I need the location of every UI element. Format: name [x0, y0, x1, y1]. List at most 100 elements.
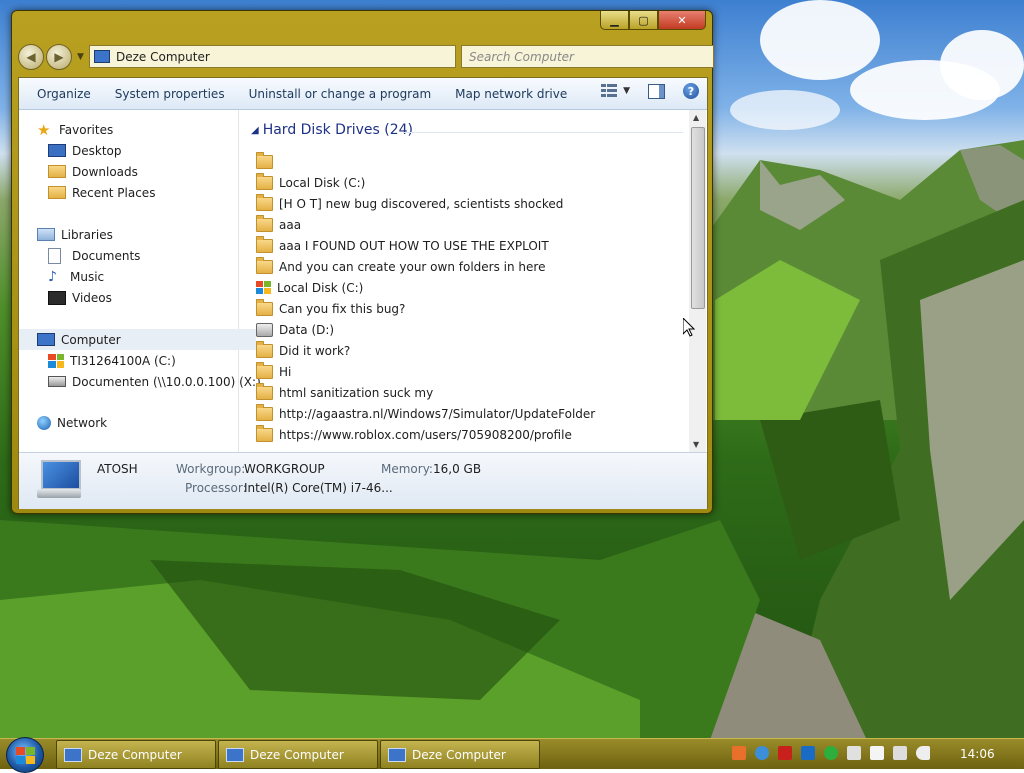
tray-clipboard-icon[interactable]	[870, 746, 884, 760]
computer-large-icon	[37, 460, 81, 500]
computer-icon	[94, 50, 110, 63]
group-header-hard-disk-drives[interactable]: ◢ Hard Disk Drives (24)	[251, 122, 413, 138]
scroll-down-arrow-icon[interactable]: ▼	[693, 440, 699, 449]
close-button[interactable]: ✕	[658, 11, 706, 30]
file-name: http://agaastra.nl/Windows7/Simulator/Up…	[279, 406, 596, 421]
recent-pages-dropdown[interactable]: ▼	[77, 52, 84, 62]
file-list-item[interactable]: And you can create your own folders in h…	[256, 256, 545, 277]
file-list-item[interactable]: html sanitization suck my	[256, 382, 433, 403]
nav-videos[interactable]: Videos	[19, 287, 267, 308]
workgroup-label: Workgroup:	[176, 462, 246, 476]
file-name: Data (D:)	[279, 322, 335, 337]
vertical-scrollbar[interactable]: ▲ ▼	[689, 110, 706, 452]
file-list-item[interactable]: Local Disk (C:)	[256, 277, 363, 298]
file-list-item[interactable]: Data (D:)	[256, 319, 334, 340]
map-network-drive-button[interactable]: Map network drive	[443, 87, 579, 101]
nav-network[interactable]: Network	[19, 412, 256, 433]
address-bar[interactable]: Deze Computer	[89, 45, 456, 68]
forward-button[interactable]: ▶	[46, 44, 72, 70]
maximize-button[interactable]: ▢	[629, 11, 658, 30]
change-view-icon[interactable]	[601, 84, 618, 98]
system-properties-button[interactable]: System properties	[103, 87, 237, 101]
file-list-item[interactable]: Local Disk (C:)	[256, 172, 365, 193]
nav-favorites[interactable]: ★ Favorites	[19, 119, 256, 140]
nav-drive-c[interactable]: TI31264100A (C:)	[19, 350, 267, 371]
back-arrow-icon: ◀	[26, 50, 36, 64]
navigation-pane: ★ Favorites Desktop Downloads Recent Pla…	[19, 110, 261, 452]
tray-outlook-icon[interactable]	[801, 746, 815, 760]
tray-network-icon[interactable]	[755, 746, 769, 760]
disk-drive-icon	[256, 322, 273, 337]
tray-app-icon[interactable]	[732, 746, 746, 760]
group-divider	[403, 132, 683, 133]
tray-security-icon[interactable]	[824, 746, 838, 760]
organize-button[interactable]: Organize	[19, 87, 103, 101]
details-pane: ATOSH Workgroup: WORKGROUP Memory: 16,0 …	[19, 452, 707, 509]
nav-network-drive-x[interactable]: Documenten (\\10.0.0.100) (X:)	[19, 371, 267, 392]
processor-label: Processor:	[185, 481, 247, 495]
nav-documents[interactable]: Documents	[19, 245, 267, 266]
folder-icon	[256, 403, 273, 421]
folder-icon	[256, 193, 273, 211]
taskbar-button-window-3[interactable]: Deze Computer	[380, 740, 540, 769]
collapse-chevron-icon: ◢	[251, 124, 259, 136]
taskbar-button-window-2[interactable]: Deze Computer	[218, 740, 378, 769]
taskbar-button-window-1[interactable]: Deze Computer	[56, 740, 216, 769]
videos-icon	[48, 290, 66, 305]
uninstall-program-button[interactable]: Uninstall or change a program	[237, 87, 444, 101]
windows-drive-icon	[48, 353, 64, 368]
file-name: html sanitization suck my	[279, 385, 434, 400]
folder-icon	[256, 382, 273, 400]
file-list-item[interactable]: http://agaastra.nl/Windows7/Simulator/Up…	[256, 403, 595, 424]
address-text: Deze Computer	[116, 49, 210, 64]
workgroup-value: WORKGROUP	[244, 462, 325, 476]
downloads-icon	[48, 165, 66, 178]
help-icon[interactable]: ?	[683, 83, 699, 99]
star-icon: ★	[37, 120, 51, 139]
taskbar-clock[interactable]: 14:06	[960, 747, 995, 761]
folder-icon	[256, 340, 273, 358]
nav-desktop[interactable]: Desktop	[19, 140, 267, 161]
tray-volume-icon[interactable]	[916, 746, 930, 760]
tray-display-icon[interactable]	[893, 746, 907, 760]
computer-icon	[226, 747, 244, 762]
file-list-pane: ◢ Hard Disk Drives (24) Local Disk (C:) […	[239, 110, 689, 452]
nav-music[interactable]: ♪ Music	[19, 266, 267, 287]
file-list-item[interactable]	[256, 151, 279, 172]
folder-icon	[256, 235, 273, 253]
command-bar: Organize System properties Uninstall or …	[19, 78, 707, 110]
preview-pane-icon[interactable]	[648, 83, 665, 99]
tray-flag-icon[interactable]	[847, 746, 861, 760]
folder-icon	[256, 424, 273, 442]
search-input[interactable]: Search Computer	[461, 45, 714, 68]
computer-icon	[64, 747, 82, 762]
tray-pdf-icon[interactable]	[778, 746, 792, 760]
file-list-item[interactable]: Hi	[256, 361, 291, 382]
folder-icon	[256, 256, 273, 274]
scroll-up-arrow-icon[interactable]: ▲	[693, 113, 699, 122]
content-frame: Organize System properties Uninstall or …	[18, 77, 708, 509]
nav-recent-places[interactable]: Recent Places	[19, 182, 267, 203]
folder-icon	[256, 298, 273, 316]
file-name: [H O T] new bug discovered, scientists s…	[279, 196, 564, 211]
view-options-dropdown[interactable]: ▼	[623, 86, 630, 96]
file-list-item[interactable]: Can you fix this bug?	[256, 298, 405, 319]
nav-libraries[interactable]: Libraries	[19, 224, 256, 245]
computer-icon	[388, 747, 406, 762]
documents-icon	[48, 247, 61, 264]
back-button[interactable]: ◀	[18, 44, 44, 70]
file-name: And you can create your own folders in h…	[279, 259, 546, 274]
scroll-thumb[interactable]	[691, 127, 705, 309]
file-list-item[interactable]: [H O T] new bug discovered, scientists s…	[256, 193, 563, 214]
minimize-button[interactable]: ▁	[600, 11, 629, 30]
memory-value: 16,0 GB	[433, 462, 482, 476]
caption-buttons: ▁ ▢ ✕	[600, 11, 706, 31]
nav-computer[interactable]: Computer	[19, 329, 256, 350]
file-list-item[interactable]: https://www.roblox.com/users/705908200/p…	[256, 424, 572, 445]
file-list-item[interactable]: aaa I FOUND OUT HOW TO USE THE EXPLOIT	[256, 235, 549, 256]
libraries-icon	[37, 228, 55, 241]
file-list-item[interactable]: aaa	[256, 214, 301, 235]
file-list-item[interactable]: Did it work?	[256, 340, 350, 361]
file-name: https://www.roblox.com/users/705908200/p…	[279, 427, 572, 442]
nav-downloads[interactable]: Downloads	[19, 161, 267, 182]
